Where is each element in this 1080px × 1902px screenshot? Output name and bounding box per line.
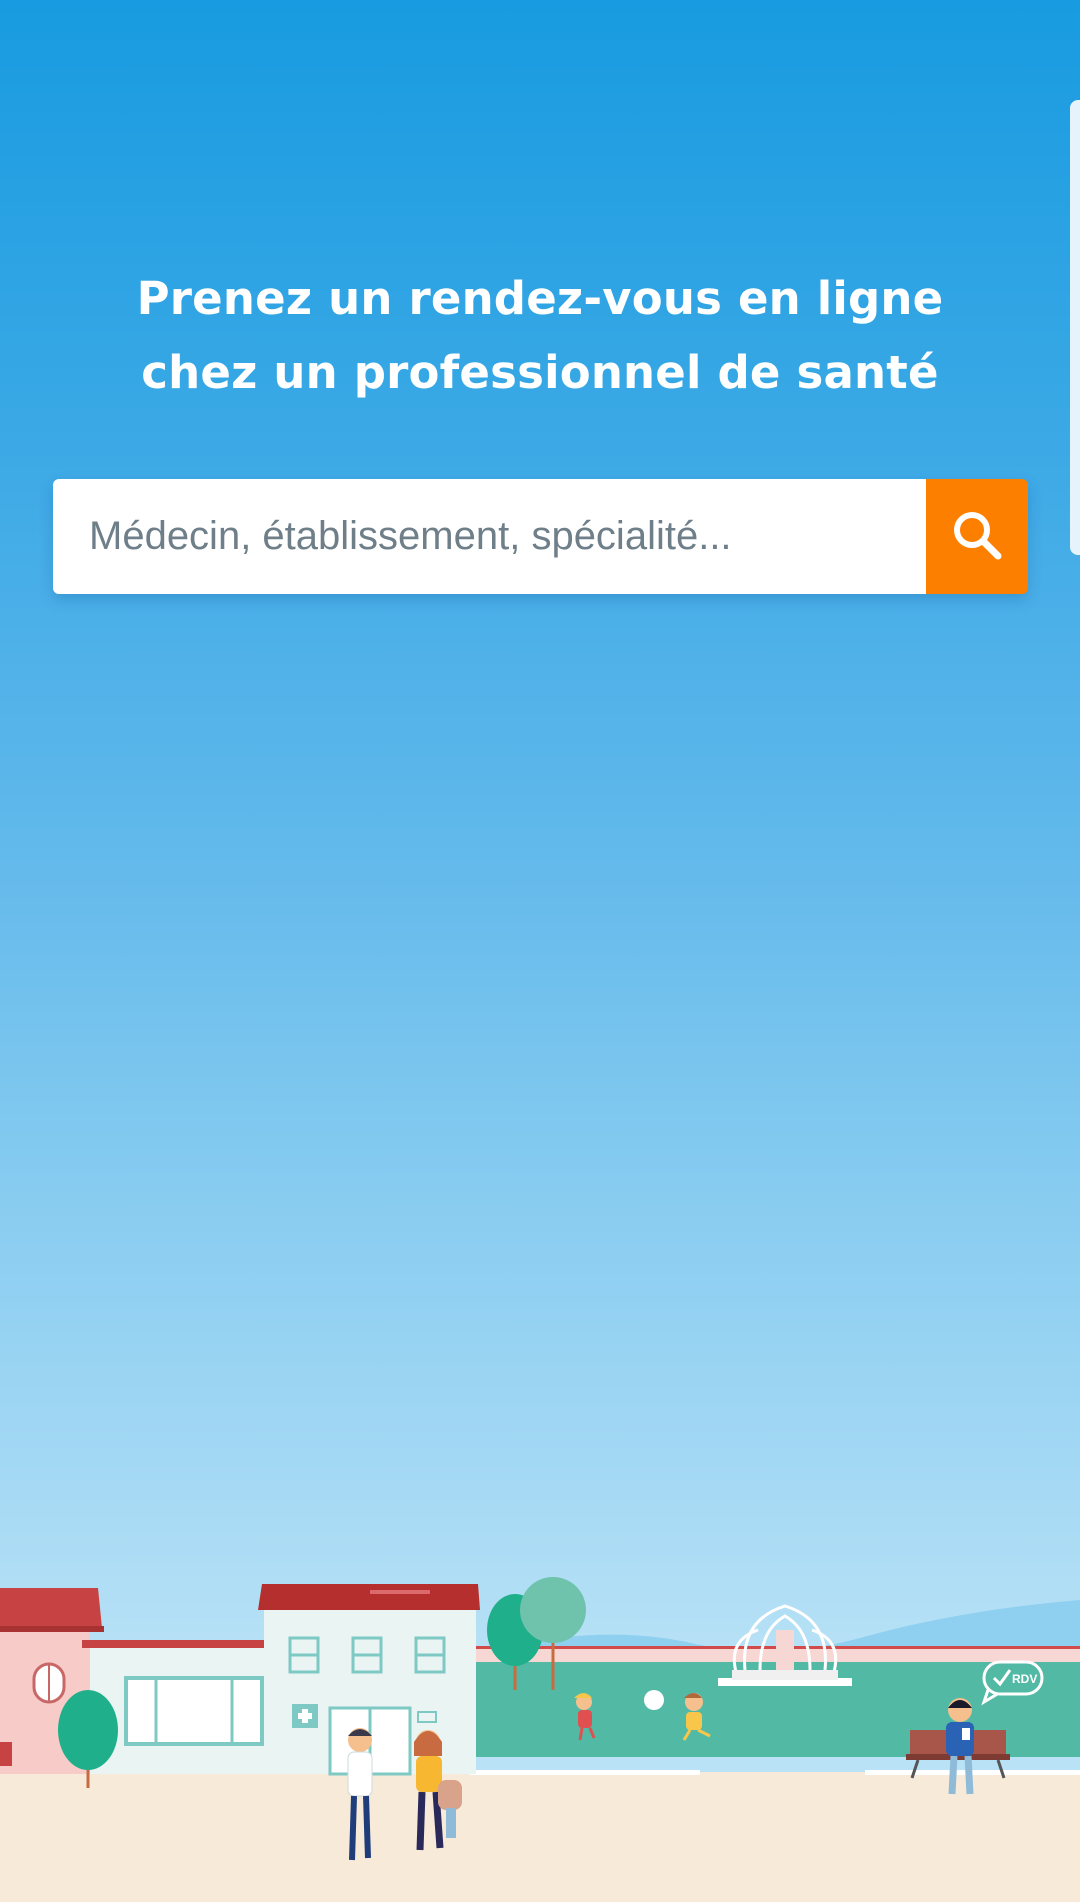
ground: [0, 1772, 1080, 1902]
fountain: [718, 1604, 852, 1686]
headline-line-2: chez un professionnel de santé: [141, 346, 939, 399]
search-bar: [53, 479, 1028, 594]
home-screen: Prenez un rendez-vous en ligne chez un p…: [0, 0, 1080, 1902]
search-button[interactable]: [926, 479, 1028, 594]
page-title: Prenez un rendez-vous en ligne chez un p…: [0, 262, 1080, 410]
ball: [644, 1690, 664, 1710]
headline-line-1: Prenez un rendez-vous en ligne: [136, 272, 944, 325]
search-input[interactable]: [53, 479, 926, 594]
town-illustration: RDV: [0, 1577, 1080, 1902]
park-wall: [470, 1648, 1080, 1662]
search-icon: [949, 507, 1005, 566]
rdv-label: RDV: [1012, 1672, 1037, 1686]
